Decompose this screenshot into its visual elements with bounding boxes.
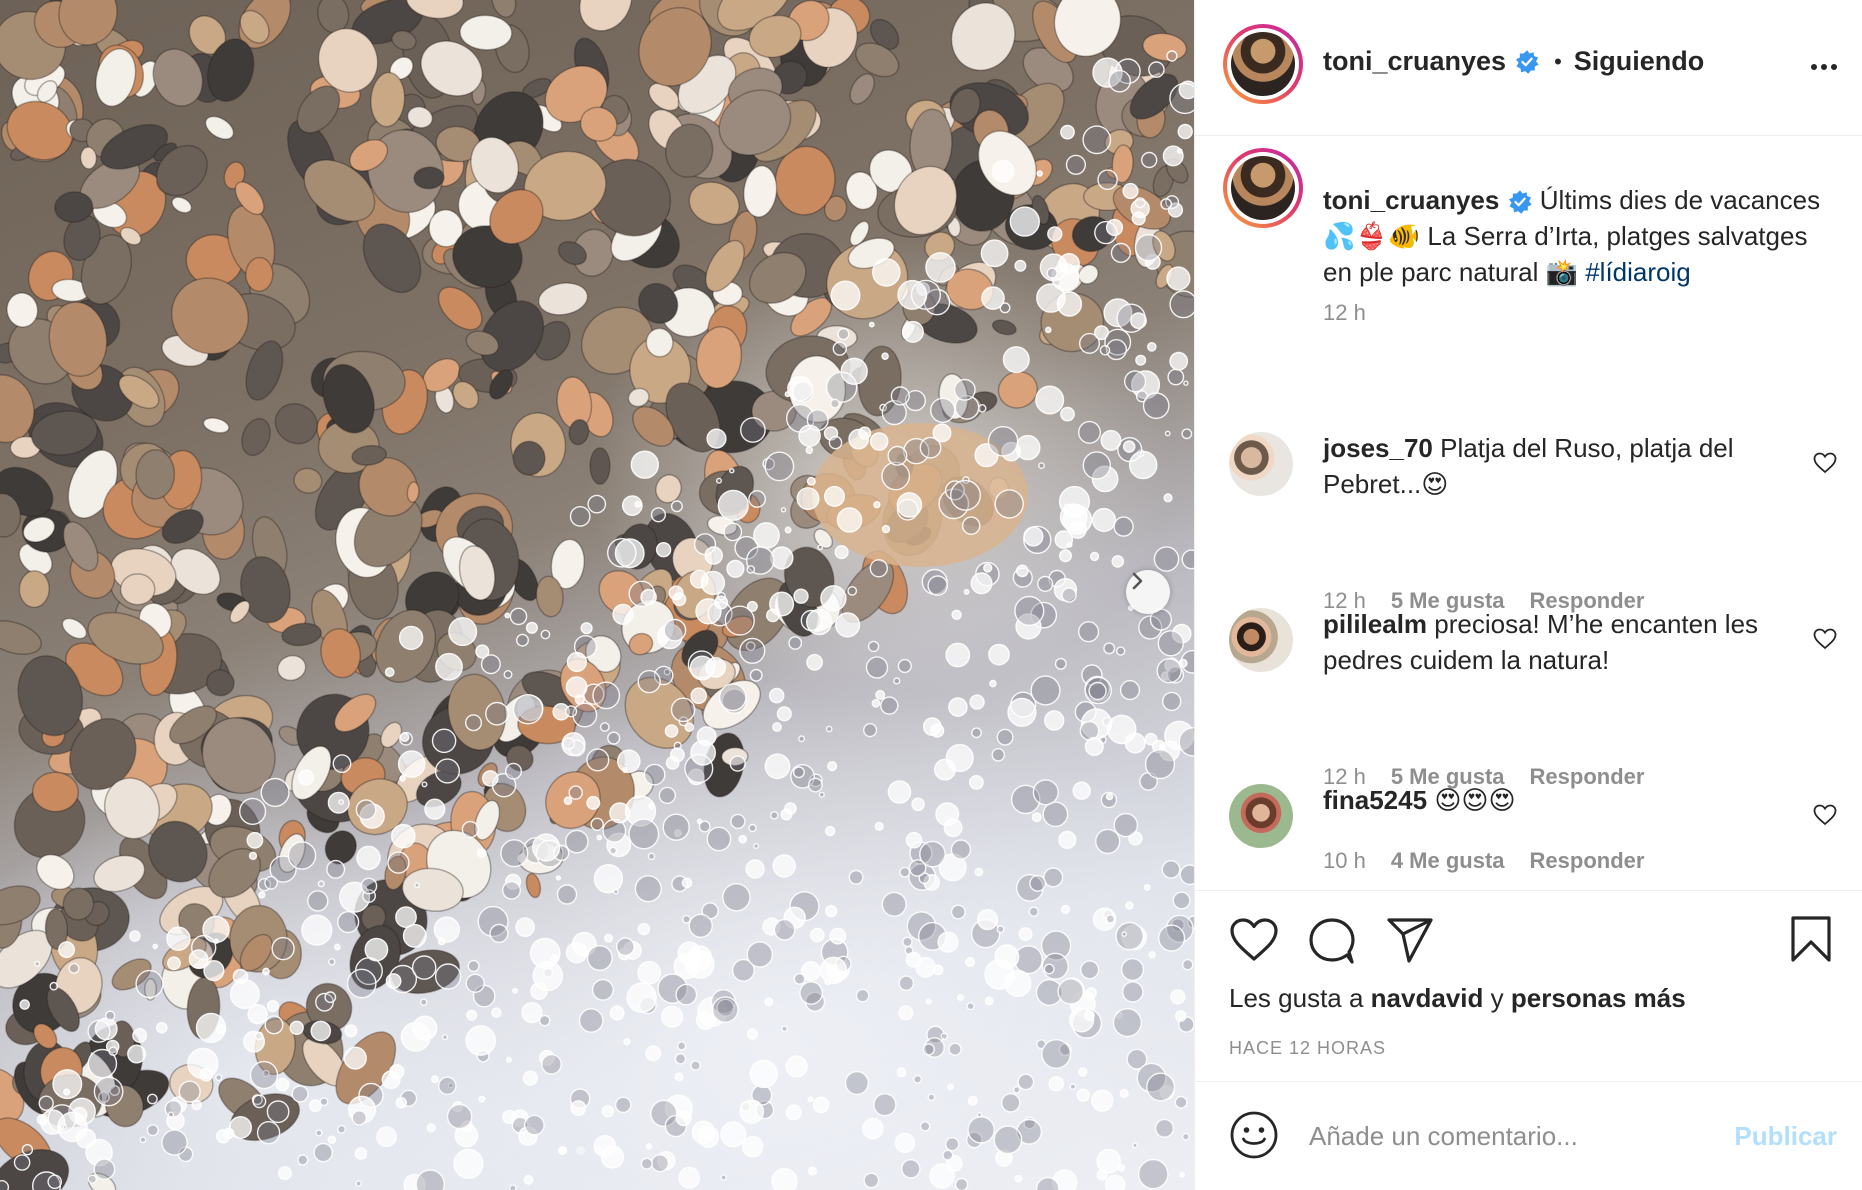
more-options-icon[interactable] <box>1809 52 1839 82</box>
caption-username[interactable]: toni_cruanyes <box>1323 185 1499 215</box>
likes-summary: Les gusta a navdavid y personas más <box>1229 983 1686 1014</box>
comment-text-block: joses_70 Platja del Ruso, platja del Peb… <box>1323 430 1783 502</box>
share-icon[interactable] <box>1385 917 1435 963</box>
comment-avatar[interactable] <box>1229 432 1293 496</box>
verified-icon <box>1516 49 1539 74</box>
carousel-dot <box>576 1146 585 1155</box>
comment-body: 😍😍😍 <box>1434 785 1516 815</box>
following-button[interactable]: Siguiendo <box>1574 46 1705 77</box>
comment-avatar[interactable] <box>1229 784 1293 848</box>
emoji-icon[interactable] <box>1229 1110 1279 1160</box>
carousel-dot <box>558 1146 567 1155</box>
carousel-dot <box>594 1146 603 1155</box>
chevron-right-icon <box>1132 572 1143 590</box>
comment-username[interactable]: joses_70 <box>1323 433 1433 463</box>
pebble-texture <box>0 0 1194 1190</box>
comment-like-heart-icon[interactable] <box>1813 628 1837 650</box>
add-comment-bar: Publicar <box>1195 1081 1862 1190</box>
comment-like-heart-icon[interactable] <box>1813 804 1837 826</box>
likes-others-link[interactable]: personas más <box>1511 983 1686 1013</box>
author-username[interactable]: toni_cruanyes <box>1323 46 1506 77</box>
post-side-panel: toni_cruanyes • Siguiendo toni_cruanyes … <box>1194 0 1862 1190</box>
caption-meta: 12 h <box>1323 300 1366 326</box>
comment-reply-button[interactable]: Responder <box>1530 848 1645 874</box>
heart-icon[interactable] <box>1229 917 1279 963</box>
add-comment-input[interactable] <box>1307 1111 1711 1161</box>
verified-icon <box>1508 190 1532 214</box>
caption-time[interactable]: 12 h <box>1323 300 1366 326</box>
comments-list[interactable]: toni_cruanyes Últims dies de vacances 💦👙… <box>1195 136 1862 890</box>
bookmark-icon[interactable] <box>1789 915 1833 963</box>
publish-button[interactable]: Publicar <box>1734 1121 1837 1152</box>
comment-text-block: fina5245 😍😍😍 <box>1323 782 1783 818</box>
comment-text-block: pililealm preciosa! M’he encanten les pe… <box>1323 606 1783 678</box>
post-caption: toni_cruanyes Últims dies de vacances 💦👙… <box>1323 182 1843 290</box>
header-separator: • <box>1554 48 1562 74</box>
post-actions: Les gusta a navdavid y personas más HACE… <box>1195 890 1862 1082</box>
author-avatar[interactable] <box>1223 24 1303 104</box>
comment-avatar[interactable] <box>1229 608 1293 672</box>
post-header: toni_cruanyes • Siguiendo <box>1195 0 1862 136</box>
comment-meta: 10 h 4 Me gusta Responder <box>1323 848 1644 874</box>
likes-conjunction: y <box>1490 983 1504 1013</box>
post-photo[interactable] <box>0 0 1194 1190</box>
comment-likes-count[interactable]: 4 Me gusta <box>1391 848 1505 874</box>
comment-icon[interactable] <box>1307 917 1357 965</box>
post-timestamp[interactable]: HACE 12 HORAS <box>1229 1038 1386 1059</box>
carousel-next-button[interactable] <box>1126 570 1170 614</box>
caption-author-avatar[interactable] <box>1223 148 1303 228</box>
comment-username[interactable]: fina5245 <box>1323 785 1427 815</box>
comment-like-heart-icon[interactable] <box>1813 452 1837 474</box>
likes-prefix: Les gusta a <box>1229 983 1364 1013</box>
carousel-dot <box>612 1146 621 1155</box>
likes-user-link[interactable]: navdavid <box>1371 983 1484 1013</box>
caption-hashtag[interactable]: #lídiaroig <box>1585 257 1691 287</box>
comment-username[interactable]: pililealm <box>1323 609 1427 639</box>
carousel-indicator <box>558 1146 621 1155</box>
comment-time[interactable]: 10 h <box>1323 848 1366 874</box>
